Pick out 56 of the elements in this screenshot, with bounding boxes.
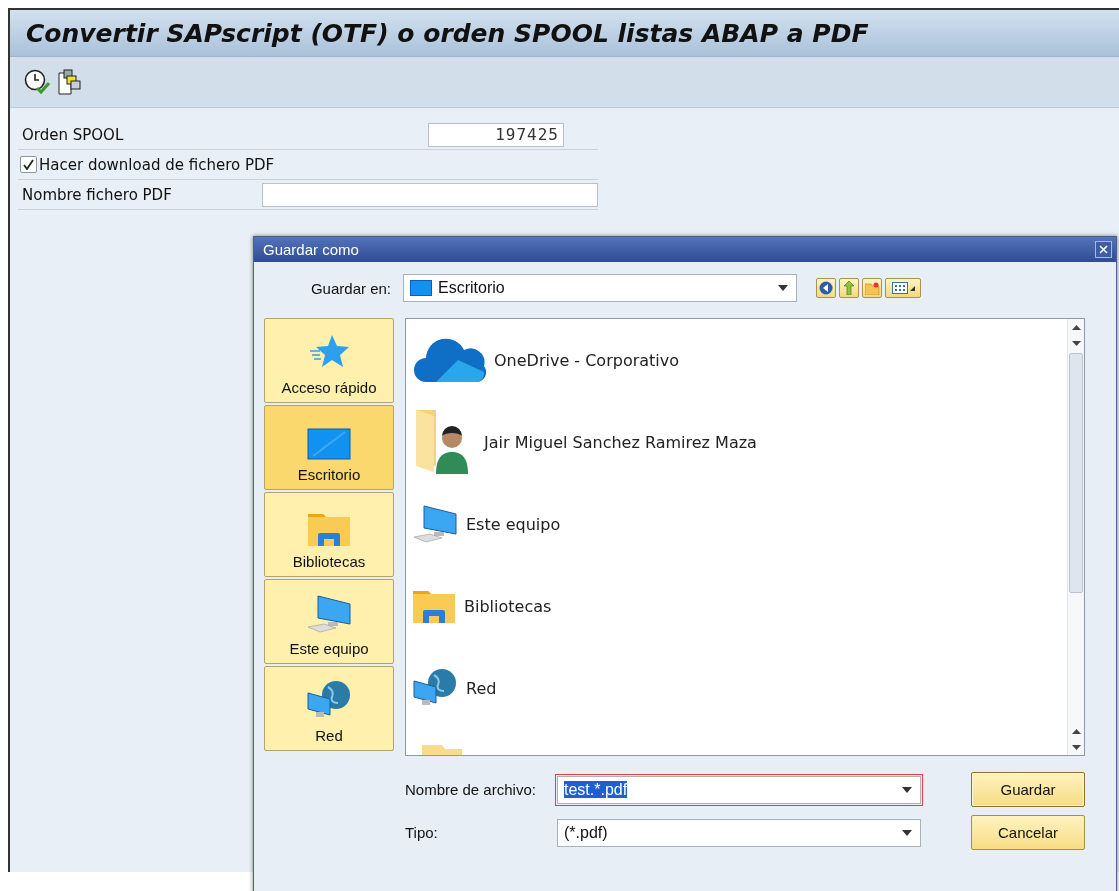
dropdown-caret-icon: [902, 786, 912, 793]
window-title: Convertir SAPscript (OTF) o orden SPOOL listas ABAP a PDF: [26, 18, 869, 48]
dialog-title: Guardar como: [263, 241, 359, 258]
folder-icon: [307, 511, 351, 547]
grid-view-icon: [891, 282, 908, 294]
back-icon: [819, 281, 833, 295]
scroll-up-icon[interactable]: [1071, 728, 1081, 734]
field-label: Nombre de archivo:: [405, 781, 537, 798]
back-button[interactable]: [816, 278, 836, 298]
folder-icon: [412, 588, 456, 624]
desktop-icon: [307, 428, 351, 460]
file-item[interactable]: Este equipo: [406, 483, 1067, 565]
filename-field[interactable]: test.*.pdf: [557, 775, 921, 804]
checkbox[interactable]: [20, 156, 37, 173]
field-label: Guardar en:: [309, 279, 392, 297]
file-item[interactable]: Red: [406, 647, 1067, 729]
place-button[interactable]: Acceso rápido: [264, 318, 394, 403]
dropdown-caret-icon: [778, 285, 788, 291]
cloud-icon: [412, 336, 486, 384]
place-button[interactable]: Escritorio: [264, 405, 394, 490]
field-label: Tipo:: [405, 824, 439, 841]
desktop-icon: [410, 280, 432, 296]
new-folder-button[interactable]: [862, 278, 882, 298]
file-item[interactable]: OneDrive - Corporativo: [406, 319, 1067, 401]
up-arrow-icon: [843, 281, 855, 295]
file-item[interactable]: Jair Miguel Sanchez Ramirez Maza: [406, 401, 1067, 483]
input-field[interactable]: [262, 182, 598, 207]
number-field[interactable]: 197425: [428, 122, 564, 147]
new-folder-icon: [864, 281, 880, 295]
field-label: Orden SPOOL: [21, 125, 125, 144]
folder-icon: [420, 745, 464, 755]
checkbox-label: Hacer download de fichero PDF: [39, 155, 275, 174]
scroll-down-icon[interactable]: [1071, 744, 1081, 750]
place-button[interactable]: Red: [264, 666, 394, 751]
clock-check-icon[interactable]: [24, 69, 50, 95]
place-button[interactable]: Bibliotecas: [264, 492, 394, 577]
place-button[interactable]: Este equipo: [264, 579, 394, 664]
dropdown-caret-icon: [902, 829, 912, 836]
scrollbar[interactable]: [1067, 319, 1084, 755]
caret-icon: [909, 285, 915, 291]
file-item[interactable]: Bibliotecas: [406, 565, 1067, 647]
computer-icon: [306, 594, 352, 634]
type-dropdown[interactable]: (*.pdf): [557, 818, 921, 847]
computer-icon: [412, 504, 458, 544]
scroll-up-icon[interactable]: [1071, 324, 1081, 330]
field-label: Nombre fichero PDF: [21, 185, 173, 204]
cancel-button[interactable]: Cancelar: [971, 815, 1085, 850]
view-menu-button[interactable]: [885, 278, 921, 298]
close-icon: [1099, 245, 1108, 254]
close-button[interactable]: [1095, 241, 1112, 258]
save-button[interactable]: Guardar: [971, 772, 1085, 807]
scroll-thumb[interactable]: [1069, 353, 1083, 593]
location-dropdown[interactable]: Escritorio: [403, 274, 797, 302]
up-folder-button[interactable]: [839, 278, 859, 298]
scroll-down-icon[interactable]: [1071, 340, 1081, 346]
copy-documents-icon[interactable]: [58, 69, 82, 95]
